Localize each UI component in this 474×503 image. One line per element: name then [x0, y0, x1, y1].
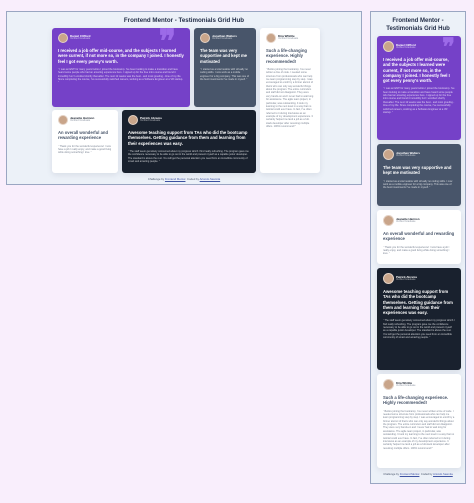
page-title: Frontend Mentor - Testimonials Grid Hub: [123, 17, 245, 24]
testimonial-body: “ Before joining the bootcamp, I've neve…: [266, 67, 314, 129]
testimonial-body: “ The staff seem genuinely concerned abo…: [383, 319, 455, 340]
profile: Jonathan Walters Verified Graduate: [200, 33, 250, 43]
testimonial-quote: An overall wonderful and rewarding exper…: [58, 130, 109, 141]
desktop-preview: Frontend Mentor - Testimonials Grid Hub …: [6, 11, 362, 185]
profile: Jeanette Harmon Verified Graduate: [383, 215, 455, 226]
testimonial-body: “ I started as a total newbie with virtu…: [200, 67, 249, 81]
testimonial-card-daniel: ❞ Daniel Clifford Verified Graduate I rec…: [52, 28, 190, 107]
testimonial-body: “ Thank you for the wonderful experience…: [58, 144, 112, 155]
attribution: Challenge by Frontend Mentor. Coded by A…: [371, 473, 465, 476]
testimonial-quote: The team was very supportive and kept me…: [200, 48, 248, 64]
testimonial-quote: The team was very supportive and kept me…: [383, 165, 452, 176]
testimonial-card-jeanette: Jeanette Harmon Verified Graduate An over…: [377, 210, 461, 264]
attribution-prefix: Challenge by: [147, 177, 165, 181]
author-role: Verified Graduate: [396, 153, 416, 157]
testimonial-card-jonathan: Jonathan Walters Verified Graduate The te…: [194, 28, 256, 107]
avatar: [266, 33, 276, 43]
testimonial-card-patrick: Patrick Abrams Verified Graduate Awesome …: [377, 268, 461, 370]
testimonial-body: “ The staff seem genuinely concerned abo…: [128, 149, 249, 163]
testimonial-card-jeanette: Jeanette Harmon Verified Graduate An over…: [52, 110, 118, 173]
author-role: Verified Graduate: [212, 37, 233, 41]
quote-mark-icon: ❞: [442, 36, 455, 61]
avatar: [383, 273, 394, 284]
avatar: [58, 115, 68, 125]
testimonial-quote: Such a life-changing experience. Highly …: [383, 395, 449, 406]
profile: Jonathan Walters Verified Graduate: [383, 149, 455, 160]
testimonial-quote: An overall wonderful and rewarding exper…: [383, 231, 455, 242]
avatar: [383, 215, 394, 226]
attribution-middle: . Coded by: [419, 473, 434, 476]
frontend-mentor-link[interactable]: Frontend Mentor: [400, 473, 420, 476]
profile: Patrick Abrams Verified Graduate: [383, 273, 455, 284]
mobile-preview: Frontend Mentor - Testimonials Grid Hub …: [370, 11, 466, 484]
author-role: Verified Graduate: [396, 383, 416, 387]
avatar: [383, 379, 394, 390]
profile: Kira Whittle Verified Graduate: [266, 33, 314, 43]
avatar: [383, 41, 394, 52]
testimonial-quote: Such a life-changing experience. Highly …: [266, 48, 307, 64]
author-role: Verified Graduate: [396, 277, 416, 281]
testimonial-card-kira: Kira Whittle Verified Graduate Such a lif…: [260, 28, 320, 173]
avatar: [128, 115, 138, 125]
testimonial-card-patrick: Patrick Abrams Verified Graduate Awesome …: [122, 110, 256, 173]
author-role: Verified Graduate: [70, 37, 91, 41]
profile: Patrick Abrams Verified Graduate: [128, 115, 250, 125]
testimonial-body: “ Thank you for the wonderful experience…: [383, 245, 450, 256]
attribution-prefix: Challenge by: [383, 473, 400, 476]
avatar: [200, 33, 210, 43]
testimonial-quote: Awesome teaching support from TAs who di…: [383, 289, 453, 315]
page-title: Frontend Mentor - Testimonials Grid Hub: [386, 18, 450, 32]
avatar: [58, 33, 68, 43]
testimonial-body: “ Before joining the bootcamp, I've neve…: [383, 409, 455, 450]
author-role: Verified Graduate: [396, 45, 416, 49]
profile: Jeanette Harmon Verified Graduate: [58, 115, 112, 125]
testimonial-card-daniel: ❞ Daniel Clifford Verified Graduate I rec…: [377, 36, 461, 140]
testimonial-body: “ I was an EMT for many years before I j…: [58, 67, 183, 85]
testimonial-card-kira: Kira Whittle Verified Graduate Such a lif…: [377, 374, 461, 468]
author-role: Verified Graduate: [278, 37, 299, 41]
author-role: Verified Graduate: [70, 119, 91, 123]
frontend-mentor-link[interactable]: Frontend Mentor: [165, 177, 186, 181]
testimonial-body: “ I started as a total newbie with virtu…: [383, 179, 453, 190]
avatar: [383, 149, 394, 160]
author-role: Verified Graduate: [396, 219, 416, 223]
quote-mark-icon: ❞: [158, 28, 176, 60]
testimonial-body: “ I was an EMT for many years before I j…: [383, 87, 455, 114]
testimonial-quote: Awesome teaching support from TAs who di…: [128, 130, 248, 146]
author-link[interactable]: Ariondo Sasmita: [200, 177, 221, 181]
author-link[interactable]: Ariondo Sasmita: [433, 473, 453, 476]
attribution: Challenge by Frontend Mentor. Coded by A…: [7, 177, 361, 181]
attribution-middle: . Coded by: [185, 177, 200, 181]
profile: Kira Whittle Verified Graduate: [383, 379, 455, 390]
testimonial-card-jonathan: Jonathan Walters Verified Graduate The te…: [377, 144, 461, 206]
author-role: Verified Graduate: [140, 119, 161, 123]
